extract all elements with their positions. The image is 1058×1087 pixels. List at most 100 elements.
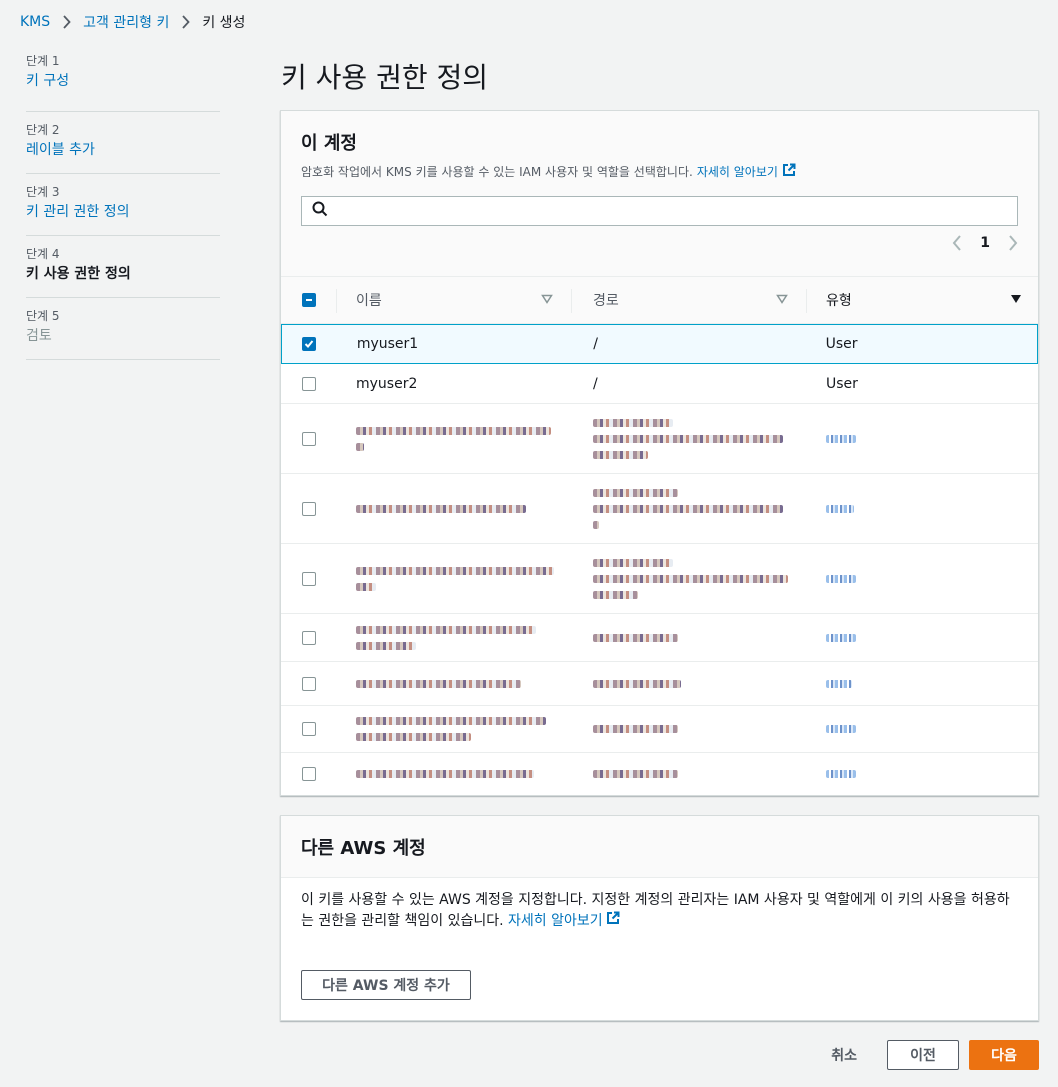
step-number: 단계 3: [26, 185, 60, 199]
cell-path-obscured: [571, 633, 806, 642]
cell-path-obscured: [571, 488, 806, 529]
chevron-left-icon[interactable]: [952, 235, 962, 251]
row-checkbox-cell: [281, 722, 336, 736]
step-label-key-usage-permissions: 키 사용 권한 정의: [26, 266, 131, 282]
column-header-type[interactable]: 유형: [806, 277, 1038, 323]
previous-button[interactable]: 이전: [887, 1040, 959, 1070]
row-checkbox[interactable]: [301, 766, 316, 781]
row-checkbox-cell: [281, 501, 336, 516]
pagination: 1: [952, 235, 1018, 251]
row-checkbox-cell: [281, 766, 336, 781]
this-account-title: 이 계정: [301, 133, 357, 154]
cell-type-obscured: [806, 679, 1038, 688]
table-row-obscured[interactable]: [281, 706, 1038, 753]
column-header-name[interactable]: 이름: [336, 277, 571, 323]
row-checkbox[interactable]: [301, 722, 316, 736]
other-accounts-description: 이 키를 사용할 수 있는 AWS 계정을 지정합니다. 지정한 계정의 관리자…: [281, 878, 1038, 944]
learn-more-link[interactable]: 자세히 알아보기: [508, 911, 620, 932]
cell-name-obscured: [336, 566, 571, 591]
cell-path-obscured: [571, 558, 806, 599]
row-checkbox-cell: [281, 676, 336, 691]
wizard-footer: 취소 이전 다음: [831, 1040, 1039, 1070]
sort-icon[interactable]: [776, 292, 788, 308]
breadcrumb-create-key: 키 생성: [202, 15, 246, 31]
table-row-obscured[interactable]: [281, 474, 1038, 544]
cell-type-obscured: [806, 504, 1038, 513]
cell-type-obscured: [806, 434, 1038, 443]
cell-type-obscured: [806, 725, 1038, 733]
column-label-type: 유형: [826, 293, 852, 309]
table-row-obscured[interactable]: [281, 614, 1038, 662]
page-number[interactable]: 1: [980, 235, 990, 251]
step-1: 단계 1 키 구성: [26, 50, 220, 112]
column-label-name: 이름: [356, 293, 382, 309]
table-header: 이름 경로 유형: [281, 276, 1038, 324]
next-button[interactable]: 다음: [969, 1040, 1039, 1070]
step-number: 단계 4: [26, 247, 60, 261]
table-row-obscured[interactable]: [281, 753, 1038, 794]
chevron-right-icon[interactable]: [1008, 235, 1018, 251]
step-2: 단계 2 레이블 추가: [26, 112, 220, 174]
cell-name: myuser1: [356, 336, 419, 352]
add-other-aws-account-button[interactable]: 다른 AWS 계정 추가: [301, 970, 471, 1000]
users-roles-table: 이름 경로 유형 myuser1 / User myuser2 / User: [281, 276, 1038, 794]
table-row-obscured[interactable]: [281, 544, 1038, 614]
description-text: 이 키를 사용할 수 있는 AWS 계정을 지정합니다. 지정한 계정의 관리자…: [301, 892, 1010, 929]
cancel-button[interactable]: 취소: [831, 1045, 857, 1065]
row-checkbox[interactable]: [301, 376, 316, 391]
cell-type: User: [826, 375, 858, 392]
page-title: 키 사용 권한 정의: [281, 61, 489, 94]
external-link-icon[interactable]: [606, 911, 620, 932]
cell-path-obscured: [571, 418, 806, 459]
table-row[interactable]: myuser2 / User: [281, 364, 1038, 404]
step-label-add-labels[interactable]: 레이블 추가: [26, 140, 220, 160]
step-label-key-admin-permissions[interactable]: 키 관리 권한 정의: [26, 202, 220, 222]
step-3: 단계 3 키 관리 권한 정의: [26, 174, 220, 236]
row-checkbox[interactable]: [301, 431, 316, 446]
other-aws-accounts-panel: 다른 AWS 계정 이 키를 사용할 수 있는 AWS 계정을 지정합니다. 지…: [280, 815, 1039, 1021]
cell-path-obscured: [571, 725, 806, 733]
other-accounts-header: 다른 AWS 계정: [281, 816, 1038, 878]
breadcrumb-customer-managed-keys[interactable]: 고객 관리형 키: [83, 12, 169, 32]
cell-type-obscured: [806, 633, 1038, 642]
row-checkbox-cell: [281, 431, 336, 446]
step-number: 단계 5: [26, 309, 60, 323]
external-link-icon[interactable]: [782, 163, 796, 180]
learn-more-link[interactable]: 자세히 알아보기: [697, 163, 778, 180]
table-row[interactable]: myuser1 / User: [281, 324, 1038, 364]
row-checkbox[interactable]: [302, 337, 317, 351]
other-accounts-title: 다른 AWS 계정: [301, 838, 426, 859]
search-icon: [312, 201, 328, 221]
search-input[interactable]: [301, 196, 1018, 226]
this-account-panel: 이 계정 암호화 작업에서 KMS 키를 사용할 수 있는 IAM 사용자 및 …: [280, 110, 1039, 796]
cell-name: myuser2: [356, 375, 418, 392]
step-number: 단계 1: [26, 54, 60, 68]
table-row-obscured[interactable]: [281, 404, 1038, 474]
sort-descending-icon[interactable]: [1010, 292, 1022, 308]
row-checkbox[interactable]: [301, 501, 316, 516]
row-checkbox[interactable]: [301, 571, 316, 586]
breadcrumb: KMS 고객 관리형 키 키 생성: [20, 12, 245, 32]
cell-name-obscured: [336, 625, 571, 650]
wizard-steps: 단계 1 키 구성 단계 2 레이블 추가 단계 3 키 관리 권한 정의 단계…: [26, 50, 220, 360]
cell-name-obscured: [336, 717, 571, 741]
this-account-header: 이 계정 암호화 작업에서 KMS 키를 사용할 수 있는 IAM 사용자 및 …: [281, 111, 1038, 276]
cell-type-obscured: [806, 769, 1038, 778]
learn-more-text[interactable]: 자세히 알아보기: [508, 911, 603, 932]
table-row-obscured[interactable]: [281, 662, 1038, 706]
step-label-review: 검토: [26, 328, 52, 344]
row-checkbox-cell: [281, 376, 336, 391]
chevron-right-icon: [181, 15, 191, 29]
cell-type: User: [825, 336, 858, 352]
step-label-configure-key[interactable]: 키 구성: [26, 71, 220, 91]
cell-name-obscured: [336, 769, 571, 778]
select-all-checkbox[interactable]: [301, 293, 316, 307]
row-checkbox[interactable]: [301, 630, 316, 645]
cell-type-obscured: [806, 574, 1038, 583]
breadcrumb-kms[interactable]: KMS: [20, 14, 50, 30]
column-header-path[interactable]: 경로: [571, 277, 806, 323]
sort-icon[interactable]: [541, 292, 553, 308]
row-checkbox-cell: [281, 630, 336, 645]
cell-name-obscured: [336, 504, 571, 513]
row-checkbox[interactable]: [301, 676, 316, 691]
